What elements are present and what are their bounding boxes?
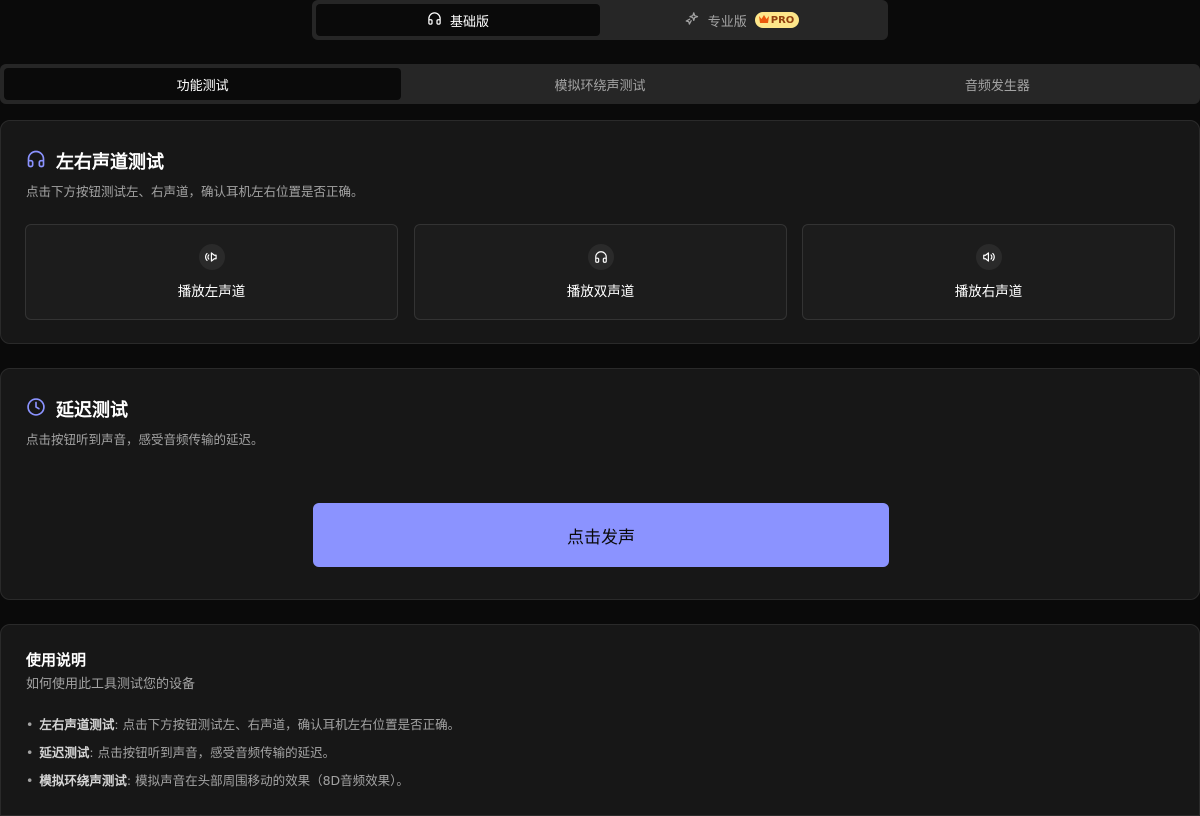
tab-surround-test[interactable]: 模拟环绕声测试 (401, 68, 798, 100)
edition-pro-label: 专业版 (707, 14, 747, 30)
channel-test-description: 点击下方按钮测试左、右声道，确认耳机左右位置是否正确。 (26, 184, 364, 199)
play-both-channels-label: 播放双声道 (566, 284, 635, 300)
clock-icon (26, 397, 46, 422)
pro-badge: PRO (754, 12, 800, 28)
play-right-channel-label: 播放右声道 (954, 284, 1023, 300)
headphones-icon (587, 244, 614, 270)
help-item-term: 左右声道测试 (39, 717, 115, 732)
help-item-term: 模拟环绕声测试 (39, 773, 127, 788)
play-sound-button[interactable]: 点击发声 (313, 503, 889, 567)
latency-test-description: 点击按钮听到声音，感受音频传输的延迟。 (26, 432, 264, 447)
help-item-term: 延迟测试 (39, 745, 90, 760)
latency-test-header: 延迟测试 (26, 396, 128, 422)
sparkles-icon (685, 11, 700, 30)
latency-test-card: 延迟测试 点击按钮听到声音，感受音频传输的延迟。 点击发声 (0, 368, 1200, 600)
channel-test-card: 左右声道测试 点击下方按钮测试左、右声道，确认耳机左右位置是否正确。 播放左声道… (0, 120, 1200, 344)
help-subtitle: 如何使用此工具测试您的设备 (26, 677, 196, 692)
channel-test-header: 左右声道测试 (26, 148, 164, 174)
tab-function-test[interactable]: 功能测试 (4, 68, 402, 100)
tab-bar: 功能测试 模拟环绕声测试 音频发生器 (0, 64, 1200, 104)
help-list: • 左右声道测试: 点击下方按钮测试左、右声道，确认耳机左右位置是否正确。 • 延迟… (26, 715, 460, 799)
headphones-icon (26, 149, 46, 174)
play-left-channel-label: 播放左声道 (177, 284, 246, 300)
edition-switch: 基础版 专业版 PRO (312, 0, 888, 40)
pro-badge-label: PRO (770, 14, 795, 26)
speaker-right-icon (975, 244, 1002, 270)
latency-test-title: 延迟测试 (56, 400, 128, 421)
play-right-channel-button[interactable]: 播放右声道 (802, 224, 1175, 320)
help-item-text: : 模拟声音在头部周围移动的效果（8D音频效果）。 (126, 773, 409, 788)
edition-basic-label: 基础版 (449, 14, 489, 30)
help-card: 使用说明 如何使用此工具测试您的设备 • 左右声道测试: 点击下方按钮测试左、右声… (0, 624, 1200, 816)
help-item: • 模拟环绕声测试: 模拟声音在头部周围移动的效果（8D音频效果）。 (26, 773, 409, 788)
channel-test-title: 左右声道测试 (56, 152, 164, 173)
tab-audio-generator[interactable]: 音频发生器 (799, 68, 1196, 100)
speaker-left-icon (198, 244, 225, 270)
help-item-text: : 点击按钮听到声音，感受音频传输的延迟。 (89, 745, 336, 760)
play-both-channels-button[interactable]: 播放双声道 (414, 224, 787, 320)
help-item-text: : 点击下方按钮测试左、右声道，确认耳机左右位置是否正确。 (114, 717, 461, 732)
edition-tab-pro[interactable]: 专业版 PRO (600, 4, 884, 36)
edition-tab-basic[interactable]: 基础版 (316, 4, 600, 36)
help-title: 使用说明 (26, 651, 87, 669)
crown-icon (758, 14, 769, 26)
headphones-icon (427, 11, 442, 30)
help-item: • 延迟测试: 点击按钮听到声音，感受音频传输的延迟。 (26, 745, 336, 760)
help-item: • 左右声道测试: 点击下方按钮测试左、右声道，确认耳机左右位置是否正确。 (26, 717, 461, 732)
play-left-channel-button[interactable]: 播放左声道 (25, 224, 398, 320)
